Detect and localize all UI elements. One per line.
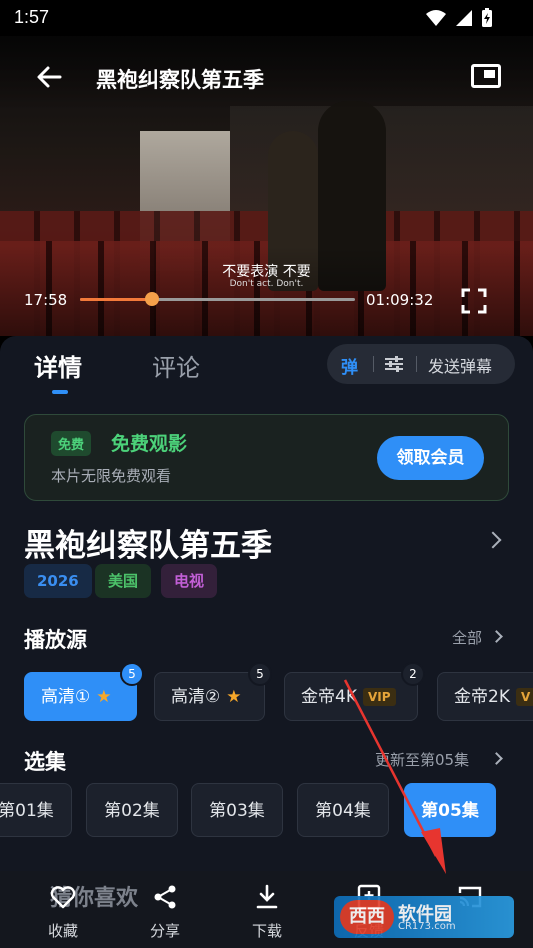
tab-details[interactable]: 详情 xyxy=(34,348,82,383)
duration-time: 01:09:32 xyxy=(366,291,434,309)
share-button[interactable]: 分享 xyxy=(125,884,205,941)
back-arrow-icon[interactable] xyxy=(34,62,64,92)
episode-item-selected[interactable]: 第05集 xyxy=(404,783,496,837)
free-watch-banner: 免费 免费观影 本片无限免费观看 领取会员 xyxy=(24,414,509,501)
chevron-right-icon[interactable] xyxy=(490,630,503,643)
region-tag: 美国 xyxy=(95,564,152,598)
episode-item[interactable]: 第03集 xyxy=(191,783,283,837)
download-icon xyxy=(256,884,278,909)
watermark-site: CR173.com xyxy=(398,921,456,932)
divider xyxy=(373,356,374,372)
status-icons xyxy=(425,8,493,28)
danmu-settings-icon[interactable] xyxy=(384,355,404,373)
progress-fill xyxy=(80,298,152,301)
vip-badge: VIP xyxy=(362,688,396,706)
source-label: 金帝2K xyxy=(454,687,510,707)
share-icon xyxy=(154,885,176,909)
download-label: 下载 xyxy=(251,922,282,940)
source-label: 高清② xyxy=(171,687,221,707)
source-item[interactable]: 高清② ★ 5 xyxy=(154,662,272,721)
danmu-controls: 弹 发送弹幕 xyxy=(327,344,515,384)
picture-in-picture-icon[interactable] xyxy=(471,64,501,88)
tab-indicator xyxy=(52,390,68,394)
source-item[interactable]: 高清① ★ 5 xyxy=(24,662,144,721)
fullscreen-icon[interactable] xyxy=(461,288,487,314)
heart-icon xyxy=(50,886,76,909)
share-label: 分享 xyxy=(149,922,180,940)
current-time: 17:58 xyxy=(24,291,68,309)
source-item[interactable]: 金帝4K VIP 2 xyxy=(284,662,425,721)
all-sources-link[interactable]: 全部 xyxy=(452,627,482,648)
status-time: 1:57 xyxy=(14,7,50,27)
status-bar: 1:57 xyxy=(0,0,533,36)
send-danmu-button[interactable]: 发送弹幕 xyxy=(428,353,492,377)
watermark-logo: 西西 软件园 CR173.com xyxy=(334,896,514,938)
type-tag: 电视 xyxy=(161,564,218,598)
progress-slider[interactable] xyxy=(80,292,355,306)
battery-icon xyxy=(482,8,492,27)
claim-membership-button[interactable]: 领取会员 xyxy=(377,436,484,480)
download-button[interactable]: 下载 xyxy=(227,884,307,941)
player-top-bar: 黑袍纠察队第五季 xyxy=(0,58,533,98)
vip-badge: V xyxy=(515,688,533,706)
sources-heading: 播放源 xyxy=(24,628,87,652)
source-count-badge: 5 xyxy=(248,662,272,686)
episode-item[interactable]: 第01集 xyxy=(0,783,72,837)
star-icon: ★ xyxy=(96,687,112,707)
episodes-update-link[interactable]: 更新至第05集 xyxy=(375,749,469,770)
danmu-toggle-button[interactable]: 弹 xyxy=(341,353,358,378)
source-label: 金帝4K xyxy=(301,687,357,707)
progress-handle[interactable] xyxy=(144,292,159,306)
signal-icon xyxy=(456,10,472,26)
source-count-badge: 2 xyxy=(401,662,425,686)
player-title: 黑袍纠察队第五季 xyxy=(96,68,264,92)
tab-comments[interactable]: 评论 xyxy=(152,348,200,383)
source-count-badge: 5 xyxy=(120,662,144,686)
show-title[interactable]: 黑袍纠察队第五季 xyxy=(24,520,272,565)
favorite-button[interactable]: 收藏 xyxy=(23,884,103,941)
source-label: 高清① xyxy=(41,687,91,707)
episodes-heading: 选集 xyxy=(24,750,66,774)
star-icon: ★ xyxy=(226,687,242,707)
promo-description: 本片无限免费观看 xyxy=(51,467,172,485)
wifi-icon xyxy=(426,10,446,26)
source-item[interactable]: 金帝2K V xyxy=(437,672,533,721)
subtitle-chinese: 不要表演 不要 xyxy=(222,264,311,280)
watermark-logo-mark: 西西 xyxy=(340,900,394,934)
favorite-label: 收藏 xyxy=(47,922,78,940)
divider xyxy=(416,356,417,372)
subtitle-english: Don't act. Don't. xyxy=(229,279,304,289)
chevron-right-icon[interactable] xyxy=(484,531,502,549)
detail-sheet: 详情 评论 弹 发送弹幕 免费 免费观影 本片无限免费观看 领取会员 黑袍纠察队… xyxy=(0,336,533,948)
episode-item[interactable]: 第02集 xyxy=(86,783,178,837)
chevron-right-icon[interactable] xyxy=(490,752,503,765)
episode-item[interactable]: 第04集 xyxy=(297,783,389,837)
free-badge: 免费 xyxy=(51,431,92,456)
promo-title: 免费观影 xyxy=(111,433,188,455)
video-player[interactable]: 黑袍纠察队第五季 不要表演 不要 Don't act. Don't. 17:58… xyxy=(0,36,533,336)
year-tag: 2026 xyxy=(24,564,92,598)
